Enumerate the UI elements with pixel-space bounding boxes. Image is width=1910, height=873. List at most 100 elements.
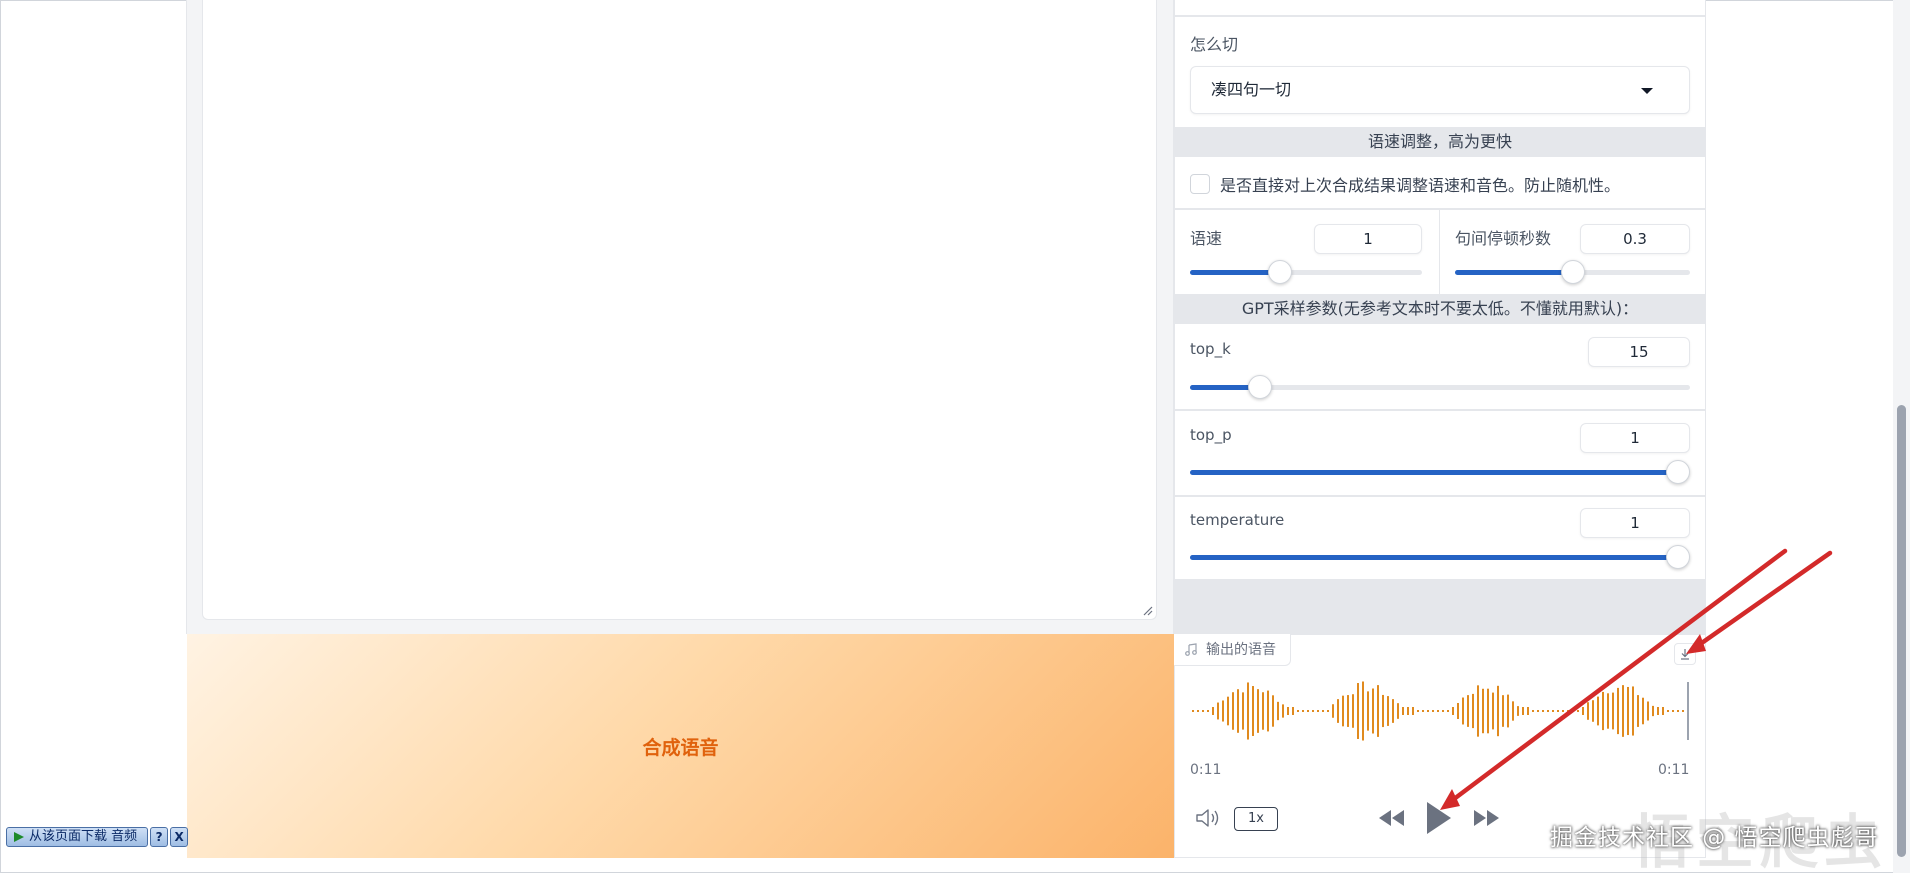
waveform-bar bbox=[1307, 710, 1309, 712]
waveform-bar bbox=[1222, 700, 1224, 722]
top-k-input[interactable]: 15 bbox=[1588, 337, 1690, 367]
pause-slider[interactable] bbox=[1455, 260, 1690, 284]
waveform-bar bbox=[1312, 710, 1314, 712]
reuse-result-checkbox[interactable] bbox=[1190, 174, 1210, 194]
plugin-download-button[interactable]: 从该页面下载 音频 bbox=[6, 827, 149, 847]
temperature-slider[interactable] bbox=[1190, 545, 1690, 569]
waveform-bar bbox=[1237, 689, 1239, 733]
scrollbar-thumb[interactable] bbox=[1897, 405, 1906, 857]
split-method-dropdown[interactable]: 凑四句一切 bbox=[1190, 66, 1690, 114]
waveform-bar bbox=[1457, 702, 1459, 720]
pause-slider-thumb[interactable] bbox=[1560, 260, 1585, 284]
waveform-bar bbox=[1597, 696, 1599, 726]
waveform-bar bbox=[1402, 707, 1404, 715]
generate-speech-label: 合成语音 bbox=[642, 737, 719, 759]
reuse-result-label: 是否直接对上次合成结果调整语速和音色。防止随机性。 bbox=[1220, 176, 1621, 195]
generate-speech-button[interactable]: 合成语音 bbox=[187, 634, 1174, 858]
waveform-bar bbox=[1447, 710, 1449, 712]
top-remnant-block bbox=[1174, 0, 1706, 16]
waveform-bar bbox=[1647, 701, 1649, 721]
temperature-slider-thumb[interactable] bbox=[1666, 545, 1690, 569]
waveform-bar bbox=[1192, 710, 1194, 712]
pause-label: 句间停顿秒数 bbox=[1455, 229, 1552, 248]
waveform-bar bbox=[1242, 692, 1244, 730]
waveform-bar bbox=[1197, 710, 1199, 712]
waveform-bar bbox=[1617, 687, 1619, 735]
waveform-bar bbox=[1252, 686, 1254, 736]
waveform-bar bbox=[1612, 692, 1614, 730]
top-p-slider-thumb[interactable] bbox=[1666, 460, 1690, 484]
waveform-bar bbox=[1527, 707, 1529, 715]
waveform-bar bbox=[1552, 710, 1554, 712]
waveform-bar bbox=[1442, 710, 1444, 712]
waveform-bar bbox=[1542, 710, 1544, 712]
waveform-bar bbox=[1652, 705, 1654, 717]
waveform-bar bbox=[1247, 682, 1249, 740]
temperature-input[interactable]: 1 bbox=[1580, 508, 1690, 538]
audio-current-time: 0:11 bbox=[1190, 762, 1222, 778]
fast-forward-icon[interactable] bbox=[1470, 806, 1502, 830]
waveform-bar bbox=[1662, 707, 1664, 715]
top-p-slider[interactable] bbox=[1190, 460, 1690, 484]
plugin-download-bar: 从该页面下载 音频 ? X bbox=[6, 827, 189, 847]
waveform-bar bbox=[1277, 701, 1279, 721]
waveform-bar bbox=[1302, 710, 1304, 712]
rewind-icon[interactable] bbox=[1376, 806, 1408, 830]
play-icon[interactable] bbox=[1424, 800, 1454, 836]
waveform-bar bbox=[1572, 710, 1574, 712]
waveform-bar bbox=[1417, 710, 1419, 712]
waveform-bar bbox=[1392, 699, 1394, 723]
play-triangle-icon bbox=[14, 832, 24, 842]
waveform-bar bbox=[1342, 695, 1344, 727]
waveform-bar bbox=[1437, 710, 1439, 712]
waveform-bar bbox=[1372, 688, 1374, 734]
speed-slider[interactable] bbox=[1190, 260, 1422, 284]
waveform-bar bbox=[1507, 694, 1509, 728]
waveform-bar bbox=[1657, 707, 1659, 715]
waveform-bar bbox=[1637, 695, 1639, 727]
waveform-bar bbox=[1622, 685, 1624, 737]
playback-rate-button[interactable]: 1x bbox=[1234, 807, 1278, 831]
plugin-help-button[interactable]: ? bbox=[150, 827, 169, 847]
waveform-bar bbox=[1672, 710, 1674, 712]
target-text-textarea[interactable] bbox=[202, 0, 1157, 620]
waveform-bar bbox=[1257, 689, 1259, 733]
music-note-icon bbox=[1185, 642, 1197, 656]
waveform-bar bbox=[1227, 696, 1229, 726]
speed-label: 语速 bbox=[1190, 229, 1223, 248]
waveform-bar bbox=[1582, 707, 1584, 715]
top-k-slider[interactable] bbox=[1190, 375, 1690, 399]
waveform-bar bbox=[1232, 692, 1234, 730]
top-k-slider-thumb[interactable] bbox=[1248, 375, 1272, 399]
waveform-bar bbox=[1667, 710, 1669, 712]
waveform-bar bbox=[1482, 688, 1484, 734]
top-k-label: top_k bbox=[1190, 340, 1231, 358]
waveform-bar bbox=[1487, 688, 1489, 734]
waveform-bar bbox=[1557, 710, 1559, 712]
pause-input[interactable]: 0.3 bbox=[1580, 224, 1690, 254]
waveform-bar bbox=[1282, 704, 1284, 718]
waveform-bar bbox=[1362, 681, 1364, 741]
waveform-bar bbox=[1532, 710, 1534, 712]
waveform-bar bbox=[1287, 707, 1289, 715]
audio-duration: 0:11 bbox=[1658, 762, 1690, 778]
waveform-bar bbox=[1297, 710, 1299, 712]
waveform-bar bbox=[1682, 710, 1684, 712]
plugin-close-button[interactable]: X bbox=[170, 827, 189, 847]
waveform-bar bbox=[1547, 710, 1549, 712]
chevron-down-icon bbox=[1641, 88, 1653, 94]
top-p-input[interactable]: 1 bbox=[1580, 423, 1690, 453]
waveform-bar bbox=[1377, 685, 1379, 737]
audio-waveform[interactable] bbox=[1190, 676, 1690, 746]
waveform-bar bbox=[1607, 693, 1609, 729]
volume-icon[interactable] bbox=[1194, 806, 1222, 830]
waveform-bar bbox=[1337, 699, 1339, 723]
waveform-bar bbox=[1522, 707, 1524, 715]
download-button[interactable] bbox=[1674, 643, 1696, 665]
resize-grip-icon[interactable] bbox=[1143, 606, 1153, 616]
waveform-bar bbox=[1217, 702, 1219, 720]
waveform-bar bbox=[1592, 700, 1594, 722]
waveform-bar bbox=[1407, 707, 1409, 715]
speed-input[interactable]: 1 bbox=[1314, 224, 1422, 254]
waveform-bar bbox=[1272, 695, 1274, 727]
